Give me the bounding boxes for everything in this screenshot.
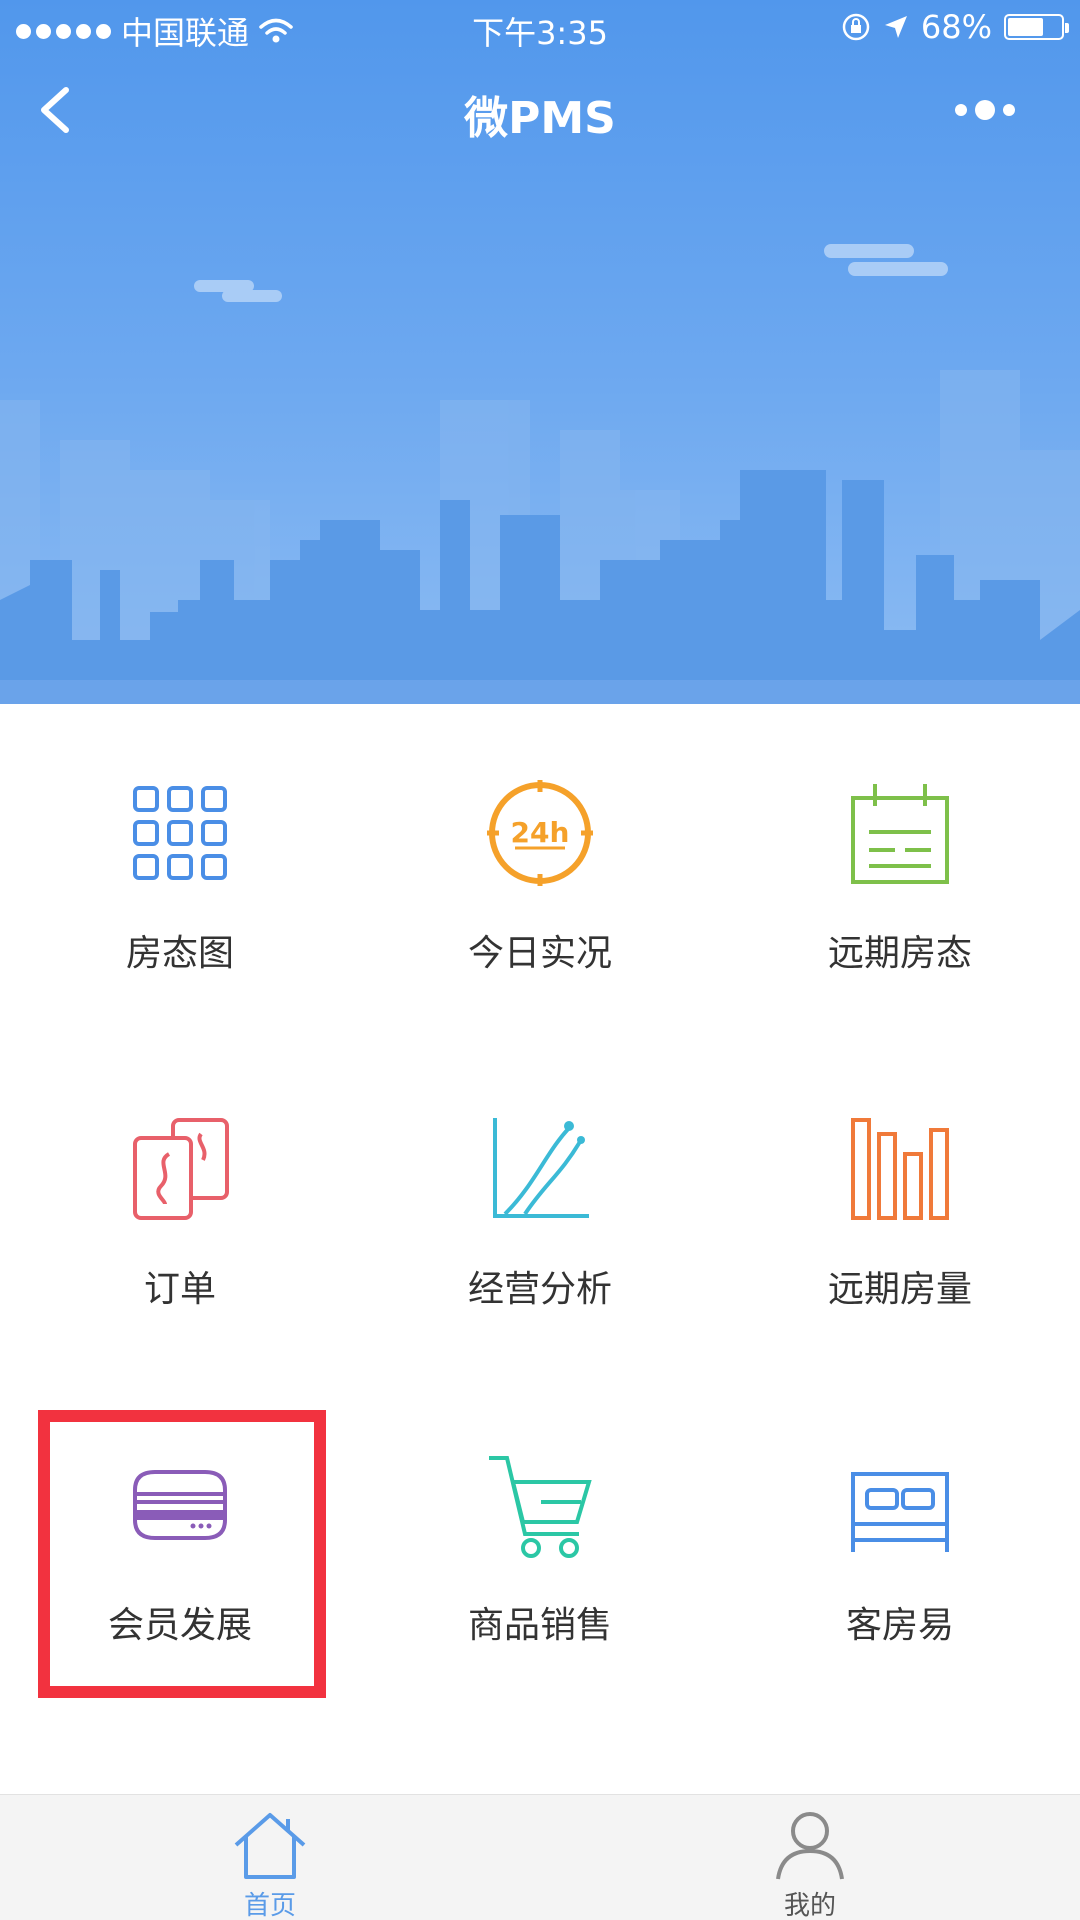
menu-item-today-status[interactable]: 24h 今日实况: [360, 704, 720, 1040]
battery-icon: [1004, 14, 1069, 40]
navigation-bar: 微PMS: [0, 60, 1080, 160]
shopping-cart-icon: [489, 1456, 592, 1558]
more-dot-icon: [975, 100, 995, 120]
bottom-tab-bar: 首页 我的: [0, 1794, 1080, 1920]
home-icon: [234, 1813, 306, 1879]
menu-item-business-analysis[interactable]: 经营分析: [360, 1040, 720, 1376]
menu-item-label: 客房易: [845, 1605, 954, 1646]
app-screen: 中国联通 下午3:35 68% 微PMS 房态图 24h 今日实况 远期房态 订…: [0, 0, 1080, 1920]
menu-item-room-easy[interactable]: 客房易: [720, 1376, 1080, 1712]
menu-item-label: 会员发展: [107, 1605, 252, 1646]
menu-item-label: 今日实况: [467, 933, 612, 974]
menu-item-room-status[interactable]: 房态图: [0, 704, 360, 1040]
tab-mine[interactable]: 我的: [540, 1795, 1080, 1920]
menu-item-future-room-volume[interactable]: 远期房量: [720, 1040, 1080, 1376]
tab-mine-label: 我的: [783, 1891, 836, 1920]
menu-item-label: 商品销售: [467, 1605, 612, 1646]
header-banner: 中国联通 下午3:35 68% 微PMS: [0, 0, 1080, 704]
more-options-button[interactable]: [930, 88, 1040, 132]
menu-item-member-development[interactable]: 会员发展: [0, 1376, 360, 1712]
menu-item-label: 经营分析: [467, 1269, 612, 1310]
feature-menu-grid: 房态图 24h 今日实况 远期房态 订单 经营分析 远期房量 会员发展 商品销售…: [0, 704, 1080, 1794]
menu-item-product-sales[interactable]: 商品销售: [360, 1376, 720, 1712]
menu-item-label: 远期房量: [827, 1269, 972, 1310]
battery-fill: [1008, 18, 1044, 36]
menu-item-orders[interactable]: 订单: [0, 1040, 360, 1376]
room-grid-icon: [133, 786, 227, 880]
member-card-icon: [133, 1470, 227, 1540]
svg-text:24h: 24h: [511, 816, 570, 849]
menu-item-label: 房态图: [125, 933, 234, 974]
menu-item-future-room-status[interactable]: 远期房态: [720, 704, 1080, 1040]
menu-item-label: 远期房态: [827, 933, 972, 974]
tab-home[interactable]: 首页: [0, 1795, 540, 1920]
order-cards-icon: [133, 1118, 229, 1220]
more-dot-icon: [1003, 104, 1015, 116]
location-arrow-icon: [884, 16, 907, 38]
bed-icon: [851, 1472, 949, 1552]
bar-chart-icon: [851, 1118, 949, 1220]
clock-24h-icon: 24h: [487, 780, 593, 886]
status-bar: 中国联通 下午3:35 68%: [0, 0, 1080, 54]
more-dot-icon: [955, 104, 967, 116]
user-profile-icon: [776, 1812, 844, 1880]
analytics-chart-icon: [493, 1118, 589, 1218]
rotation-lock-icon: [842, 13, 870, 41]
menu-item-label: 订单: [143, 1269, 216, 1310]
calendar-icon: [851, 784, 949, 884]
tab-home-label: 首页: [243, 1891, 296, 1920]
page-title: 微PMS: [464, 93, 616, 144]
battery-percentage: 68%: [920, 8, 992, 46]
